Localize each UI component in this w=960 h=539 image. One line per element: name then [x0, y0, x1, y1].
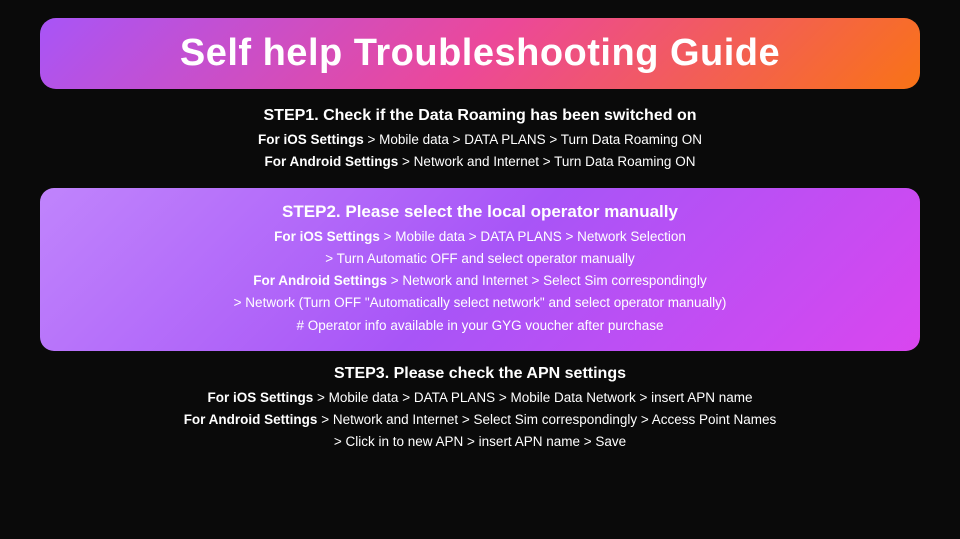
step3-section: STEP3. Please check the APN settings For … [40, 365, 920, 454]
step1-section: STEP1. Check if the Data Roaming has bee… [40, 107, 920, 174]
step2-line-2: For Android Settings > Network and Inter… [70, 270, 890, 292]
step1-line-0: For iOS Settings > Mobile data > DATA PL… [40, 129, 920, 151]
step1-line-1: For Android Settings > Network and Inter… [40, 151, 920, 173]
step2-line-0: For iOS Settings > Mobile data > DATA PL… [70, 226, 890, 248]
step2-section: STEP2. Please select the local operator … [40, 188, 920, 351]
step3-line-0: For iOS Settings > Mobile data > DATA PL… [40, 387, 920, 409]
title-banner: Self help Troubleshooting Guide [40, 18, 920, 89]
page-title: Self help Troubleshooting Guide [180, 32, 780, 74]
step1-title: STEP1. Check if the Data Roaming has bee… [40, 107, 920, 125]
step3-title: STEP3. Please check the APN settings [40, 365, 920, 383]
step2-line-3: > Network (Turn OFF "Automatically selec… [70, 292, 890, 314]
step2-line-4: # Operator info available in your GYG vo… [70, 315, 890, 337]
step3-line-1: For Android Settings > Network and Inter… [40, 409, 920, 431]
step3-line-2: > Click in to new APN > insert APN name … [40, 431, 920, 453]
step2-line-1: > Turn Automatic OFF and select operator… [70, 248, 890, 270]
step2-title: STEP2. Please select the local operator … [70, 202, 890, 222]
